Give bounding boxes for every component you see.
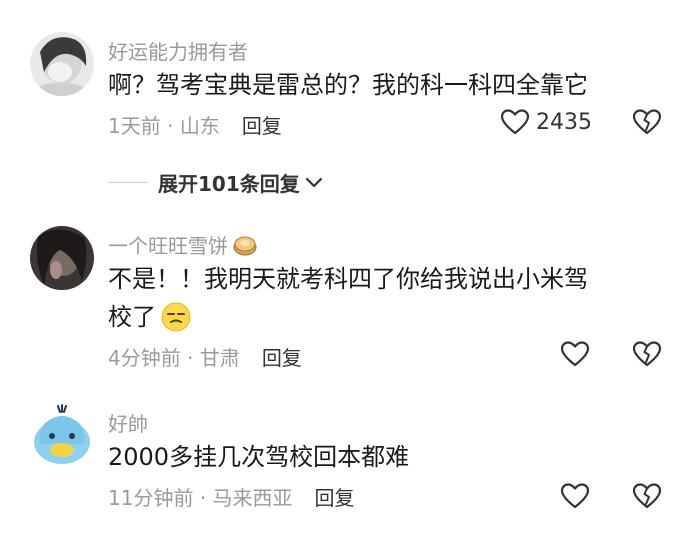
like-button[interactable]: 2435 — [500, 108, 592, 136]
comment-text-line-2: 校了 — [108, 298, 192, 336]
dislike-button[interactable] — [632, 482, 662, 514]
reply-button[interactable]: 回复 — [262, 346, 302, 370]
comment-location: 甘肃 — [199, 346, 240, 370]
comment-meta: 1天前 · 山东 回复 — [108, 114, 282, 138]
dislike-button[interactable] — [632, 108, 662, 140]
broken-heart-icon — [632, 109, 662, 135]
username-text: 一个旺旺雪饼 — [108, 234, 228, 258]
like-button[interactable] — [560, 482, 590, 510]
chevron-down-icon — [305, 177, 322, 187]
reply-button[interactable]: 回复 — [315, 486, 355, 510]
heart-outline-icon — [560, 483, 590, 509]
avatar[interactable] — [30, 226, 94, 290]
username[interactable]: 好帥 — [108, 408, 148, 437]
expand-replies[interactable]: 展开101条回复 — [108, 168, 324, 197]
comment-time: 4分钟前 — [108, 346, 181, 370]
rice-cracker-emoji-icon — [233, 236, 257, 255]
comment-meta: 4分钟前 · 甘肃 回复 — [108, 346, 302, 370]
like-button[interactable] — [560, 340, 590, 368]
username[interactable]: 一个旺旺雪饼 — [108, 230, 258, 259]
expand-divider — [108, 182, 148, 183]
reply-button[interactable]: 回复 — [242, 114, 282, 138]
smirk-emoji-icon — [161, 302, 191, 332]
like-count: 2435 — [536, 109, 592, 135]
comment-time: 11分钟前 — [108, 486, 194, 510]
comment-time: 1天前 — [108, 114, 161, 138]
comment-text: 啊？驾考宝典是雷总的？我的科一科四全靠它 — [108, 71, 588, 99]
comment-text: 2000多挂几次驾校回本都难 — [108, 443, 410, 471]
heart-outline-icon — [500, 109, 530, 135]
comment-text-line-2-text: 校了 — [108, 303, 156, 331]
comment-meta: 11分钟前 · 马来西亚 回复 — [108, 486, 355, 510]
broken-heart-icon — [632, 483, 662, 509]
broken-heart-icon — [632, 341, 662, 367]
comment-text-line-1: 不是！！我明天就考科四了你给我说出小米驾 — [108, 265, 588, 293]
username[interactable]: 好运能力拥有者 — [108, 36, 248, 65]
comment-location: 马来西亚 — [212, 486, 293, 510]
avatar[interactable] — [30, 32, 94, 96]
expand-replies-label[interactable]: 展开101条回复 — [158, 168, 300, 197]
heart-outline-icon — [560, 341, 590, 367]
avatar[interactable] — [30, 404, 94, 468]
dislike-button[interactable] — [632, 340, 662, 372]
comment-location: 山东 — [179, 114, 220, 138]
